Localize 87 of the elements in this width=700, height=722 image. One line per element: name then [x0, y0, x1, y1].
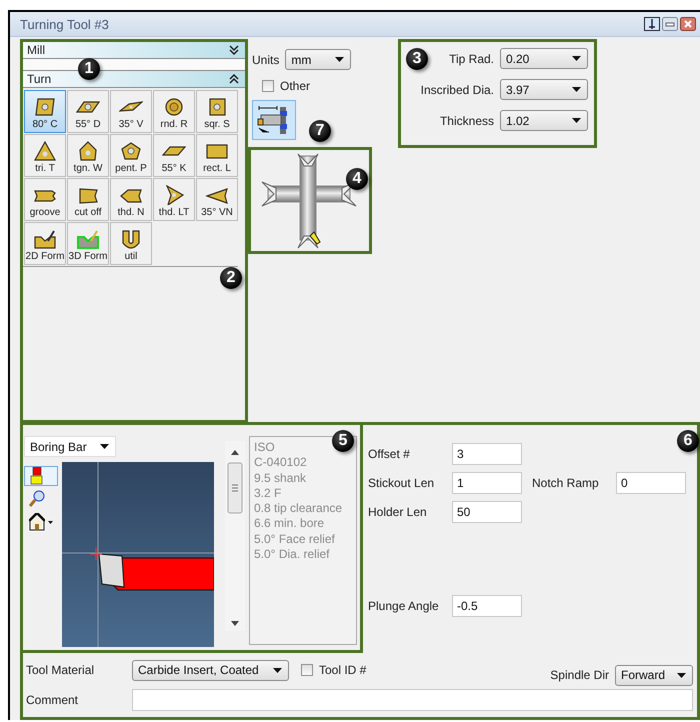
- input-field[interactable]: 50: [452, 501, 522, 523]
- callout-badge: 7: [309, 120, 331, 142]
- field-label: Holder Len: [368, 505, 428, 519]
- view-tool-button[interactable]: [24, 466, 58, 486]
- other-checkbox[interactable]: [262, 80, 274, 92]
- info-line: 5.0° Dia. relief: [254, 547, 330, 562]
- checkbox-label: Tool ID #: [319, 663, 366, 677]
- dimension-label: Inscribed Dia.: [420, 82, 494, 96]
- tool-button[interactable]: 3D Form: [67, 222, 109, 265]
- tool-button[interactable]: util: [110, 222, 152, 265]
- caret-icon: [572, 56, 581, 61]
- field-label: Spindle Dir: [550, 668, 609, 682]
- caret-icon: [572, 87, 581, 92]
- tool-button[interactable]: groove: [24, 178, 66, 221]
- magnifier-icon: [29, 490, 45, 508]
- dimension-label: Tip Rad.: [449, 52, 494, 66]
- callout-badge: 4: [346, 168, 368, 190]
- info-line: 6.6 min. bore: [254, 516, 326, 532]
- tool-button[interactable]: 35° V: [110, 90, 152, 133]
- holder-button[interactable]: [252, 100, 296, 140]
- caret-icon: [273, 668, 282, 672]
- section-header[interactable]: Mill: [23, 42, 245, 59]
- collapse-icon: [229, 74, 239, 84]
- tool-button[interactable]: 35° VN: [196, 178, 238, 221]
- insert-icon: [119, 141, 143, 161]
- tool-button[interactable]: cut off: [67, 178, 109, 221]
- field-label: Tool Material: [26, 663, 96, 677]
- info-line: 0.8 tip clearance: [254, 501, 344, 516]
- dimension-label: Thickness: [440, 114, 494, 128]
- tool-button[interactable]: tgn. W: [67, 134, 109, 177]
- dimension-dropdown[interactable]: 0.20: [500, 48, 588, 69]
- dimension-dropdown[interactable]: 1.02: [500, 110, 588, 131]
- input-field[interactable]: 3: [452, 443, 522, 465]
- tool-button[interactable]: sqr. S: [196, 90, 238, 133]
- tool-button[interactable]: thd. LT: [153, 178, 195, 221]
- pin-button[interactable]: [644, 17, 660, 31]
- comment-field[interactable]: [132, 689, 693, 711]
- window-title: Turning Tool #3: [20, 16, 109, 32]
- expand-icon: [229, 45, 239, 55]
- field-label: Notch Ramp: [532, 476, 600, 490]
- field-label: Plunge Angle: [368, 599, 440, 613]
- tool-button[interactable]: rnd. R: [153, 90, 195, 133]
- tool-button[interactable]: pent. P: [110, 134, 152, 177]
- tool-material-dropdown[interactable]: Carbide Insert, Coated: [132, 660, 289, 680]
- home-icon: [29, 513, 45, 531]
- tool-button[interactable]: 2D Form: [24, 222, 66, 265]
- insert-icon: [33, 141, 57, 161]
- spindle-dir-dropdown[interactable]: Forward: [615, 664, 693, 686]
- tool-button[interactable]: 55° D: [67, 90, 109, 133]
- insert-icon: [33, 97, 57, 117]
- form-icon: [76, 229, 100, 249]
- caret-icon: [100, 444, 109, 449]
- callout-badge: 3: [406, 48, 428, 70]
- info-line: 5.0° Face relief: [254, 532, 336, 548]
- input-field[interactable]: 0: [616, 472, 686, 494]
- tool-id-checkbox[interactable]: [301, 664, 313, 676]
- tool-button[interactable]: thd. N: [110, 178, 152, 221]
- callout-badge: 5: [332, 430, 354, 452]
- tool-button[interactable]: tri. T: [24, 134, 66, 177]
- caret-icon: [677, 672, 686, 678]
- info-line: 9.5 shank: [254, 470, 308, 486]
- info-line: 3.2 F: [254, 486, 282, 502]
- caret-icon: [335, 57, 344, 62]
- field-label: Stickout Len: [368, 476, 436, 490]
- info-line: C-040102: [254, 455, 308, 471]
- units-dropdown[interactable]: mm: [285, 49, 352, 70]
- form-icon: [33, 229, 57, 249]
- scrollbar[interactable]: [225, 441, 245, 631]
- dimension-dropdown[interactable]: 3.97: [500, 79, 588, 100]
- caret-icon: [48, 520, 53, 524]
- other-label: Other: [280, 79, 310, 93]
- units-label: Units: [252, 52, 280, 66]
- tool-button[interactable]: 80° C: [24, 90, 66, 133]
- close-button[interactable]: [680, 17, 696, 31]
- caret-icon: [572, 118, 581, 123]
- layers-icon: [29, 467, 45, 485]
- holder-type-dropdown[interactable]: Boring Bar: [24, 436, 116, 457]
- minimize-button[interactable]: [662, 17, 678, 31]
- thread-icon: [205, 185, 229, 205]
- callout-badge: 6: [677, 430, 699, 452]
- input-field[interactable]: -0.5: [452, 595, 522, 617]
- input-field[interactable]: 1: [452, 472, 522, 494]
- tool-button[interactable]: 55° K: [153, 134, 195, 177]
- field-label: Offset #: [368, 447, 411, 461]
- tool-button[interactable]: rect. L: [196, 134, 238, 177]
- info-line: ISO: [254, 440, 276, 456]
- field-label: Comment: [26, 693, 80, 707]
